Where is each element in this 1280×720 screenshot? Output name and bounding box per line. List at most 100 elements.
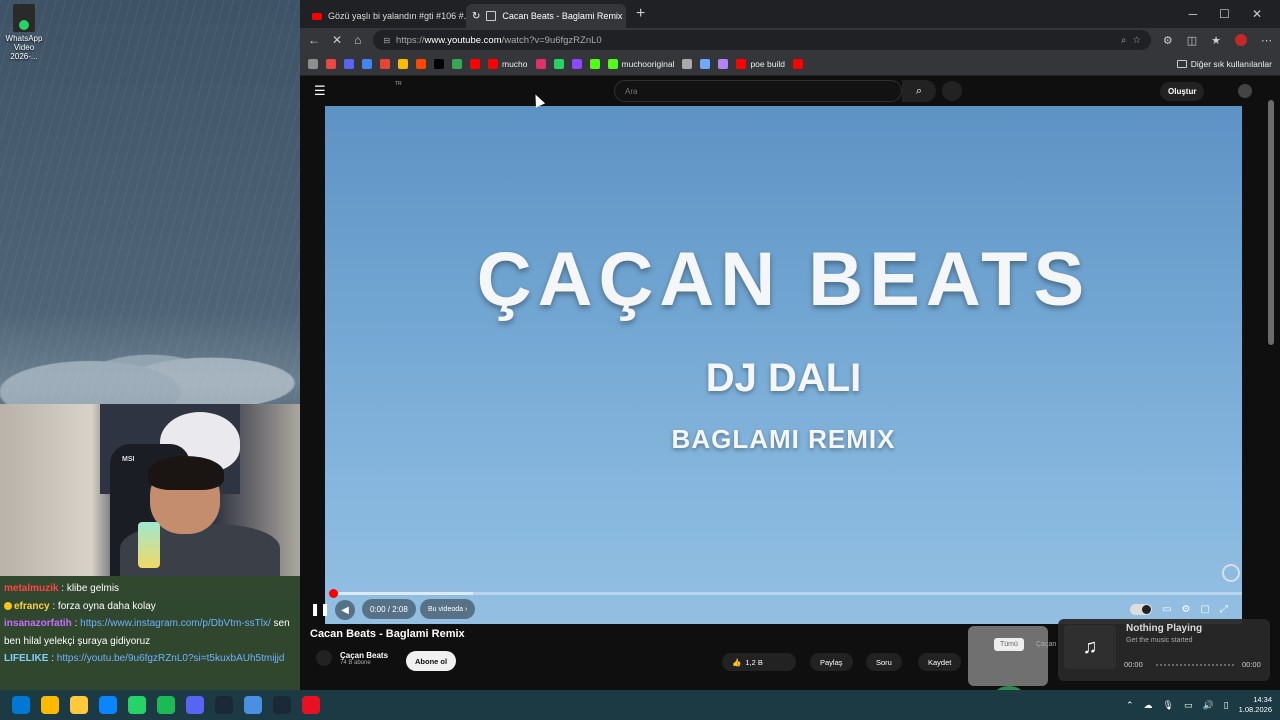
channel-name[interactable]: Çaçan Beats — [340, 651, 388, 660]
url-field[interactable]: ⊟ https://www.youtube.com/watch?v=9u6fgz… — [373, 30, 1151, 50]
bookmark-item[interactable] — [553, 58, 564, 69]
network-icon[interactable]: ▭ — [1184, 700, 1193, 711]
cloud-icon[interactable]: ☁ — [1144, 700, 1153, 711]
bookmark-item[interactable]: muchooriginal — [607, 58, 674, 69]
new-tab-button[interactable]: + — [636, 5, 645, 23]
progress-bar[interactable] — [329, 589, 1242, 598]
favorites-icon[interactable]: ★ — [1211, 34, 1221, 47]
site-info-icon[interactable]: ⊟ — [383, 36, 390, 45]
stop-loading-icon[interactable]: ✕ — [332, 33, 342, 47]
taskbar-app-icon[interactable] — [70, 696, 88, 714]
bookmark-item[interactable] — [535, 58, 546, 69]
subscribe-button[interactable]: Abone ol — [406, 651, 457, 671]
zoom-icon[interactable]: ⌕ — [1121, 35, 1126, 46]
progress-buffered — [333, 592, 473, 595]
music-time-start: 00:00 — [1124, 660, 1143, 669]
extensions-icon[interactable]: ⚙ — [1163, 34, 1173, 47]
more-menu-icon[interactable]: ⋯ — [1261, 34, 1272, 47]
bookmark-item[interactable] — [326, 58, 336, 69]
channel-watermark-icon[interactable] — [1222, 564, 1240, 582]
microphone-icon[interactable]: 🎙 — [1163, 700, 1174, 711]
bookmark-item[interactable] — [398, 58, 408, 69]
taskbar-app-icon[interactable] — [12, 696, 30, 714]
battery-icon[interactable]: ▯ — [1224, 700, 1229, 711]
taskbar-app-icon[interactable] — [302, 696, 320, 714]
chip-all[interactable]: Tümü — [994, 638, 1024, 651]
bookmark-item[interactable]: poe build — [736, 58, 785, 69]
bookmark-item[interactable] — [344, 58, 354, 69]
taskbar-app-icon[interactable] — [157, 696, 175, 714]
bookmark-item[interactable] — [792, 58, 803, 69]
back-icon[interactable]: ← — [308, 33, 320, 47]
chip-channel[interactable]: Çaçan — [1036, 641, 1056, 648]
taskbar-app-icon[interactable] — [41, 696, 59, 714]
chapter-button[interactable]: Bu videoda › — [420, 599, 476, 619]
chat-link[interactable]: https://youtu.be/9u6fgzRZnL0?si=t5kuxbAU… — [57, 653, 285, 664]
share-button[interactable]: Paylaş — [810, 653, 853, 671]
bookmark-item[interactable] — [452, 58, 462, 69]
youtube-logo-region-label[interactable]: TR — [395, 81, 402, 87]
speaker-icon[interactable] — [486, 11, 497, 21]
bookmark-favicon-icon — [470, 58, 480, 69]
show-hidden-icons-icon[interactable]: ⌃ — [1126, 700, 1134, 711]
favorite-star-icon[interactable]: ☆ — [1132, 35, 1141, 46]
search-input[interactable]: Ara — [614, 80, 902, 102]
settings-gear-icon[interactable]: ⚙ — [1181, 604, 1190, 615]
search-icon[interactable]: ⌕ — [902, 80, 936, 102]
taskbar-app-icon[interactable] — [186, 696, 204, 714]
speaker-volume-icon[interactable]: 🔊 — [1202, 700, 1213, 711]
other-bookmarks-folder[interactable]: Diğer sık kullanılanlar — [1176, 59, 1272, 69]
split-screen-icon[interactable]: ◫ — [1187, 34, 1197, 47]
bookmark-item[interactable] — [700, 58, 711, 69]
close-window-icon[interactable]: ✕ — [1252, 7, 1262, 21]
video-player[interactable]: ÇAÇAN BEATS DJ DALI BAGLAMI REMIX — [325, 106, 1242, 624]
account-avatar[interactable] — [1238, 84, 1252, 98]
bookmark-item[interactable] — [682, 58, 693, 69]
minimize-icon[interactable]: ─ — [1189, 7, 1198, 21]
bookmark-item[interactable] — [571, 58, 582, 69]
taskbar-app-icon[interactable] — [215, 696, 233, 714]
bookmark-favicon-icon — [553, 58, 564, 69]
desktop-icon-whatsapp-video[interactable]: WhatsApp Video 2026-... — [2, 4, 46, 61]
maximize-icon[interactable]: ☐ — [1219, 7, 1230, 21]
bookmark-item[interactable]: mucho — [488, 58, 528, 69]
bookmark-item[interactable] — [470, 58, 480, 69]
bookmark-item[interactable] — [380, 58, 390, 69]
create-button[interactable]: Oluştur — [1160, 82, 1205, 101]
volume-icon[interactable]: ◀ — [335, 600, 355, 620]
taskbar-app-icon[interactable] — [128, 696, 146, 714]
tab-inactive[interactable]: Gözü yaşlı bi yalandın #gti #106 #... ✕ — [306, 4, 466, 28]
like-button[interactable]: 👍 1,2 B — [722, 653, 796, 671]
subtitles-icon[interactable]: ▭ — [1162, 604, 1171, 615]
pause-icon[interactable]: ❚❚ — [310, 602, 330, 618]
page-scrollbar[interactable] — [1268, 100, 1274, 345]
fullscreen-icon[interactable]: ⤢ — [1220, 604, 1228, 615]
clock[interactable]: 14:34 1.08.2026 — [1239, 695, 1272, 715]
bookmark-favicon-icon — [718, 58, 729, 69]
tab-active[interactable]: ↻ Cacan Beats - Baglami Remix ✕ — [466, 4, 626, 28]
save-button[interactable]: Kaydet — [918, 653, 962, 671]
autoplay-toggle[interactable] — [1130, 603, 1152, 615]
menu-icon[interactable]: ☰ — [314, 83, 326, 99]
video-file-icon — [13, 4, 35, 32]
taskbar-app-icon[interactable] — [244, 696, 262, 714]
bookmark-item[interactable] — [308, 58, 318, 69]
bookmark-favicon-icon — [416, 58, 426, 69]
music-progress-bar[interactable] — [1156, 664, 1234, 666]
bookmark-item[interactable] — [718, 58, 729, 69]
bookmark-item[interactable] — [434, 58, 444, 69]
home-icon[interactable]: ⌂ — [354, 33, 361, 47]
voice-search-icon[interactable] — [942, 81, 962, 101]
bookmark-item[interactable] — [362, 58, 372, 69]
profile-avatar[interactable] — [1235, 33, 1247, 46]
chapter-label: Bu videoda — [428, 605, 464, 613]
chat-link[interactable]: https://www.instagram.com/p/DbVtm-ssTlx/ — [80, 618, 271, 629]
taskbar-app-icon[interactable] — [99, 696, 117, 714]
progress-scrubber[interactable] — [329, 589, 338, 598]
taskbar-app-icon[interactable] — [273, 696, 291, 714]
bookmark-item[interactable] — [589, 58, 600, 69]
ask-button[interactable]: Soru — [866, 653, 902, 671]
channel-avatar[interactable] — [316, 650, 332, 666]
bookmark-item[interactable] — [416, 58, 426, 69]
theater-mode-icon[interactable]: ▢ — [1200, 604, 1209, 615]
